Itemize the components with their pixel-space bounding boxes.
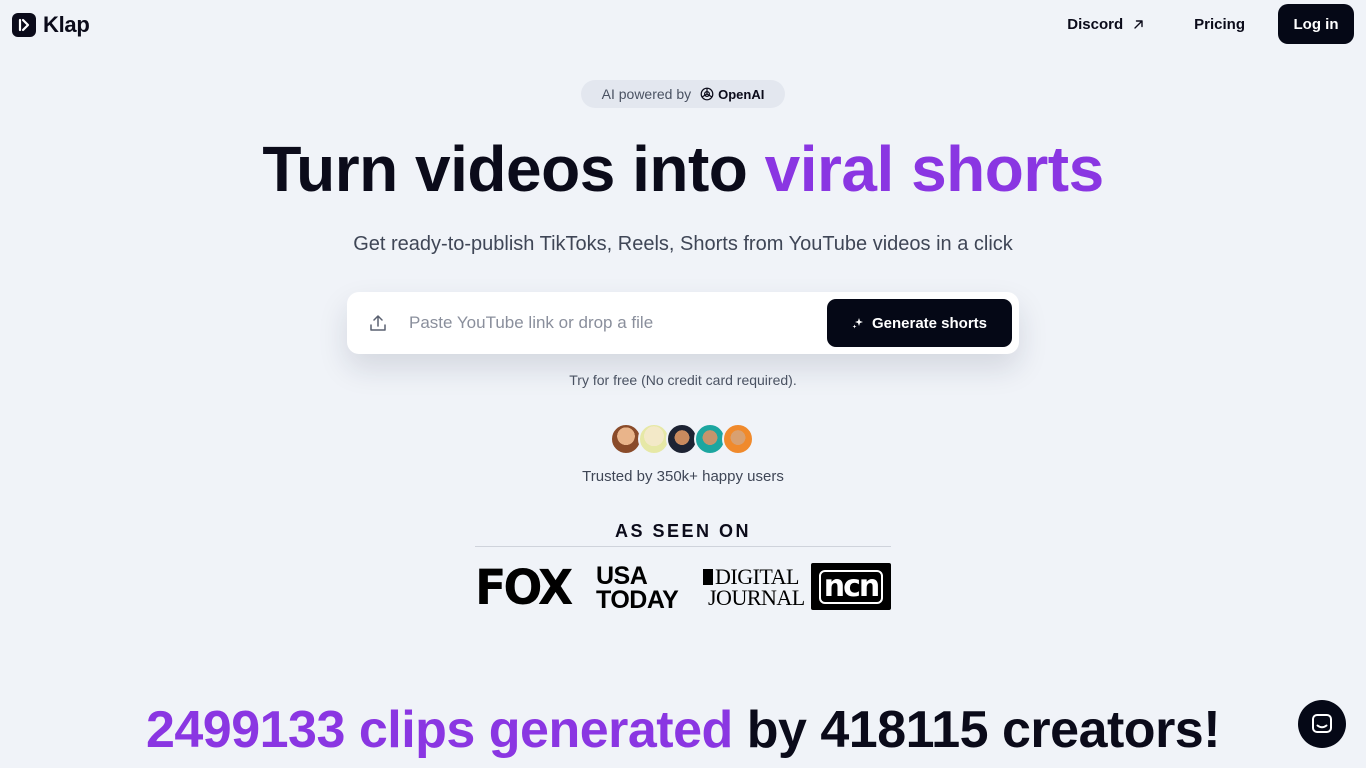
- login-button[interactable]: Log in: [1278, 4, 1354, 44]
- klap-logo-icon: [12, 13, 36, 37]
- stats-accent: 2499133 clips generated: [145, 701, 733, 759]
- ai-powered-badge: AI powered by OpenAI: [581, 80, 785, 108]
- usa-today-logo: USA TODAY: [596, 562, 679, 614]
- discord-label: Discord: [1067, 15, 1124, 33]
- sparkle-icon: [852, 318, 863, 329]
- hero-title-accent: viral shorts: [764, 133, 1105, 205]
- stats-headline: 2499133 clips generated by 418115 creato…: [0, 700, 1366, 760]
- user-avatars: [610, 423, 754, 455]
- stats-plain: by 418115 creators!: [732, 701, 1221, 759]
- try-free-note: Try for free (No credit card required).: [569, 372, 797, 388]
- discord-link[interactable]: Discord: [1043, 16, 1168, 33]
- chat-button[interactable]: [1298, 700, 1346, 748]
- as-seen-on-title: AS SEEN ON: [614, 521, 752, 541]
- youtube-link-input[interactable]: [409, 313, 827, 333]
- upload-icon[interactable]: [369, 314, 387, 332]
- hero-title: Turn videos into viral shorts: [0, 132, 1366, 206]
- trusted-by-text: Trusted by 350k+ happy users: [582, 468, 784, 485]
- hero-title-plain: Turn videos into: [262, 133, 765, 205]
- external-arrow-icon: [1134, 19, 1143, 29]
- logo[interactable]: Klap: [12, 12, 90, 38]
- ncn-logo: ncn: [811, 563, 891, 610]
- chat-icon: [1312, 714, 1332, 733]
- digital-journal-logo: DIGITAL JOURNAL: [703, 564, 805, 610]
- hero-subtitle: Get ready-to-publish TikToks, Reels, Sho…: [353, 233, 1013, 255]
- as-seen-on-divider: [475, 546, 891, 547]
- avatar: [722, 423, 754, 455]
- url-input-bar: Generate shorts: [347, 292, 1019, 354]
- generate-shorts-label: Generate shorts: [871, 314, 988, 332]
- generate-shorts-button[interactable]: Generate shorts: [827, 299, 1012, 347]
- openai-label: OpenAI: [718, 86, 765, 102]
- pricing-link[interactable]: Pricing: [1168, 16, 1278, 33]
- top-nav: Discord Pricing Log in: [1043, 4, 1354, 44]
- ncn-label: ncn: [818, 569, 884, 604]
- fox-logo: FOX: [475, 558, 573, 616]
- openai-brand: OpenAI: [699, 86, 764, 102]
- badge-prefix: AI powered by: [601, 86, 692, 102]
- logo-text: Klap: [43, 12, 90, 37]
- openai-icon: [700, 87, 714, 101]
